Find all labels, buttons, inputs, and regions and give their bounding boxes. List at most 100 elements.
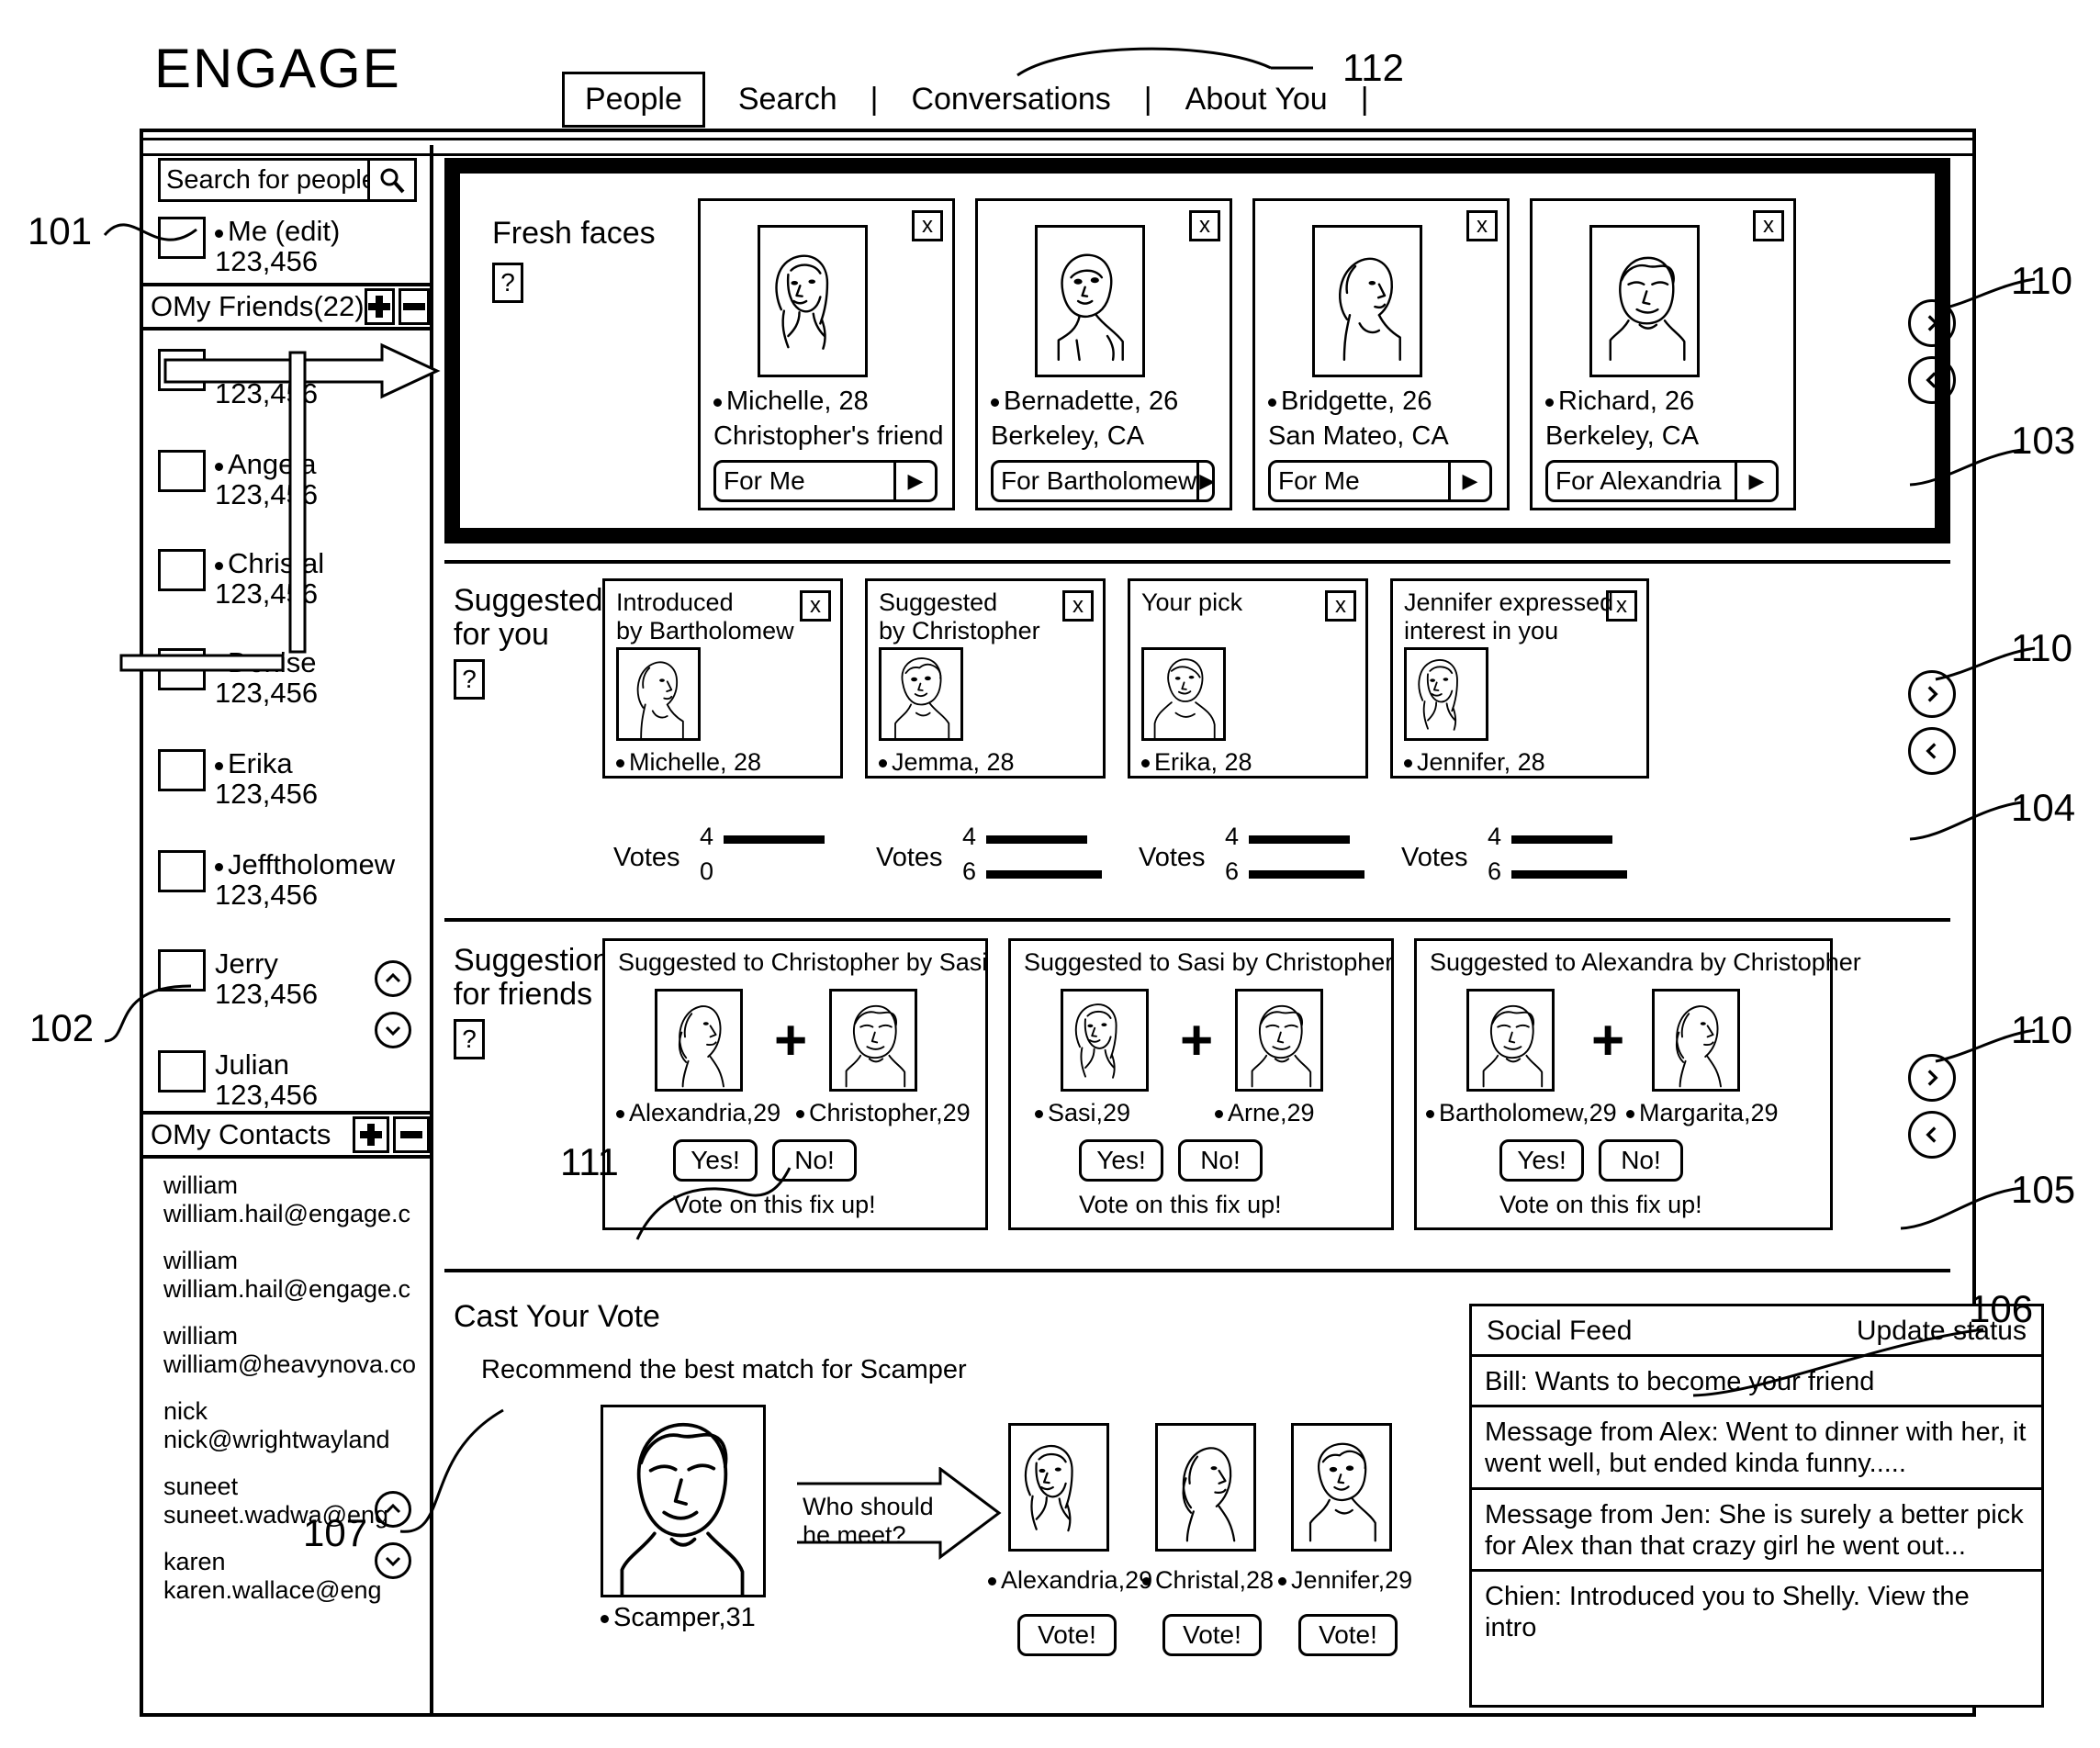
fresh-face-name: Michelle, 28 bbox=[713, 387, 869, 417]
friend-suggestions-prev-button[interactable] bbox=[1908, 1111, 1956, 1159]
tab-people[interactable]: People bbox=[562, 72, 705, 128]
friend-row[interactable]: Julian 123,456 bbox=[158, 1048, 424, 1110]
fresh-face-sub: Berkeley, CA bbox=[991, 421, 1145, 451]
contact-name: william bbox=[163, 1322, 238, 1350]
social-feed-title: Social Feed bbox=[1487, 1316, 1633, 1346]
avatar-right bbox=[1652, 989, 1740, 1092]
friend-row[interactable]: Erika 123,456 bbox=[158, 748, 424, 810]
fresh-face-assign-select[interactable]: For Alexandria ▶ bbox=[1545, 460, 1779, 502]
vote-button[interactable]: Vote! bbox=[1298, 1614, 1398, 1656]
chevron-right-icon[interactable]: ▶ bbox=[1448, 463, 1489, 499]
feed-item[interactable]: Message from Jen: She is surely a better… bbox=[1472, 1490, 2041, 1573]
suggestions-for-friends-help-icon[interactable]: ? bbox=[454, 1019, 485, 1059]
online-dot-icon bbox=[796, 1110, 804, 1118]
app-logo: ENGAGE bbox=[154, 38, 401, 99]
vote-count-bottom: 6 bbox=[1225, 857, 1240, 885]
tab-search[interactable]: Search bbox=[718, 76, 858, 123]
vote-no-button[interactable]: No! bbox=[1599, 1139, 1683, 1182]
vote-button[interactable]: Vote! bbox=[1017, 1614, 1117, 1656]
vote-no-button[interactable]: No! bbox=[1178, 1139, 1263, 1182]
suggested-card[interactable]: x Introduced by Bartholomew Michelle, 28 bbox=[602, 578, 843, 779]
my-friends-header[interactable]: OMy Friends(22) bbox=[143, 283, 433, 331]
feed-item[interactable]: Chien: Introduced you to Shelly. View th… bbox=[1472, 1572, 2041, 1651]
online-dot-icon bbox=[1215, 1110, 1223, 1118]
friend-checkbox[interactable] bbox=[158, 549, 206, 591]
online-dot-icon bbox=[215, 863, 223, 871]
friend-name: Julian bbox=[215, 1048, 289, 1081]
suggested-card[interactable]: x Your pick Erika, 28 bbox=[1128, 578, 1368, 779]
fresh-face-card[interactable]: x Bernadette, 26 Berkeley, CA For Bartho… bbox=[975, 198, 1232, 510]
friend-suggestion-card[interactable]: Suggested to Sasi by Christopher + Sasi,… bbox=[1008, 938, 1394, 1230]
contact-item[interactable]: william william.hail@engage.c bbox=[163, 1171, 421, 1228]
main-content: Fresh faces ? x Michelle, 28 Christopher… bbox=[437, 145, 2044, 1713]
vote-count-bottom: 6 bbox=[1488, 857, 1502, 885]
row-marker-icon bbox=[119, 654, 285, 672]
vote-count-top: 4 bbox=[1488, 823, 1502, 850]
close-icon[interactable]: x bbox=[1189, 210, 1220, 241]
callout-107: 107 bbox=[303, 1511, 368, 1554]
friend-suggestion-right-name: Margarita,29 bbox=[1626, 1099, 1779, 1127]
close-icon[interactable]: x bbox=[800, 590, 831, 622]
search-input[interactable]: Search for people bbox=[161, 165, 367, 196]
contact-item[interactable]: william william.hail@engage.c bbox=[163, 1247, 421, 1304]
suggested-card[interactable]: x Jennifer expressed interest in you Jen… bbox=[1390, 578, 1649, 779]
suggested-prev-button[interactable] bbox=[1908, 727, 1956, 775]
avatar-right bbox=[829, 989, 917, 1092]
vote-bar-top bbox=[1249, 835, 1350, 844]
cast-your-vote-subtitle: Recommend the best match for Scamper bbox=[481, 1355, 967, 1384]
friend-row[interactable]: Jefftholomew 123,456 bbox=[158, 849, 424, 910]
chevron-right-icon[interactable]: ▶ bbox=[893, 463, 935, 499]
close-icon[interactable]: x bbox=[1325, 590, 1356, 622]
votes-label: Votes bbox=[876, 843, 943, 872]
suggested-for-you-help-icon[interactable]: ? bbox=[454, 659, 485, 700]
fresh-face-assign-select[interactable]: For Bartholomew ▶ bbox=[991, 460, 1215, 502]
contact-item[interactable]: william william@heavynova.co bbox=[163, 1322, 421, 1379]
vote-yes-button[interactable]: Yes! bbox=[1499, 1139, 1584, 1182]
remove-contact-button[interactable] bbox=[393, 1116, 430, 1153]
cast-your-vote-title: Cast Your Vote bbox=[454, 1299, 660, 1334]
contact-name: william bbox=[163, 1171, 238, 1199]
search-icon[interactable] bbox=[367, 161, 414, 199]
fresh-face-card[interactable]: x Bridgette, 26 San Mateo, CA For Me ▶ bbox=[1252, 198, 1510, 510]
friends-scroll-up-button[interactable] bbox=[375, 960, 411, 997]
remove-friend-button[interactable] bbox=[399, 288, 430, 325]
fresh-face-card[interactable]: x Richard, 26 Berkeley, CA For Alexandri… bbox=[1530, 198, 1796, 510]
add-contact-button[interactable] bbox=[353, 1116, 389, 1153]
contacts-scroll-down-button[interactable] bbox=[375, 1542, 411, 1579]
avatar bbox=[1404, 647, 1488, 741]
close-icon[interactable]: x bbox=[912, 210, 943, 241]
chevron-right-icon[interactable]: ▶ bbox=[1735, 463, 1776, 499]
online-dot-icon bbox=[1278, 1577, 1286, 1586]
fresh-faces-prev-button[interactable] bbox=[1908, 356, 1956, 404]
vote-button[interactable]: Vote! bbox=[1162, 1614, 1262, 1656]
friend-suggestion-card[interactable]: Suggested to Alexandra by Christopher + … bbox=[1414, 938, 1861, 1230]
fresh-face-card[interactable]: x Michelle, 28 Christopher's friend For … bbox=[698, 198, 955, 510]
fresh-faces-help-icon[interactable]: ? bbox=[492, 263, 523, 303]
friend-checkbox[interactable] bbox=[158, 749, 206, 791]
add-friend-button[interactable] bbox=[364, 288, 396, 325]
vote-subject-name: Scamper,31 bbox=[601, 1603, 756, 1633]
friend-checkbox[interactable] bbox=[158, 450, 206, 492]
friends-scroll-down-button[interactable] bbox=[375, 1012, 411, 1048]
online-dot-icon bbox=[1141, 759, 1150, 768]
friend-id: 123,456 bbox=[215, 777, 319, 810]
close-icon[interactable]: x bbox=[1753, 210, 1784, 241]
vote-bar-top bbox=[724, 835, 825, 844]
suggested-card[interactable]: x Suggested by Christopher Jemma, 28 bbox=[865, 578, 1106, 779]
callout-110c: 110 bbox=[2011, 1008, 2072, 1051]
fresh-face-assign-select[interactable]: For Me ▶ bbox=[1268, 460, 1492, 502]
my-contacts-header[interactable]: OMy Contacts bbox=[143, 1111, 433, 1159]
friend-checkbox[interactable] bbox=[158, 1050, 206, 1092]
friend-checkbox[interactable] bbox=[158, 850, 206, 892]
close-icon[interactable]: x bbox=[1466, 210, 1498, 241]
select-value: For Me bbox=[724, 466, 805, 495]
fresh-face-assign-select[interactable]: For Me ▶ bbox=[713, 460, 938, 502]
contact-email: nick@wrightwayland bbox=[163, 1425, 390, 1453]
callout-110b: 110 bbox=[2011, 626, 2072, 669]
chevron-right-icon[interactable]: ▶ bbox=[1196, 463, 1215, 499]
votes-label: Votes bbox=[1401, 843, 1468, 872]
contact-item[interactable]: nick nick@wrightwayland bbox=[163, 1397, 421, 1454]
vote-yes-button[interactable]: Yes! bbox=[1079, 1139, 1163, 1182]
close-icon[interactable]: x bbox=[1062, 590, 1094, 622]
friends-selection-rail bbox=[288, 351, 307, 654]
